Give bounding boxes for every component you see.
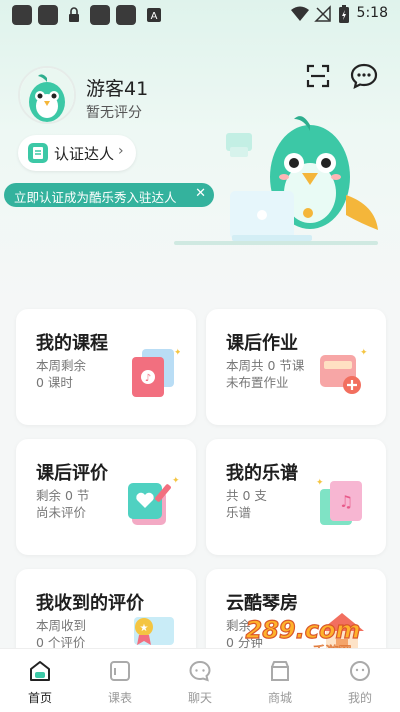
chat-icon: [188, 659, 212, 683]
svg-text:★: ★: [140, 623, 149, 634]
a-icon: A: [144, 5, 164, 25]
tab-label: 聊天: [187, 691, 212, 705]
status-bar: A 5:18: [0, 0, 400, 28]
wifi-icon: [290, 5, 310, 27]
tab-shop[interactable]: 商城: [240, 649, 320, 712]
tip-text: 立即认证成为酷乐秀入驻达人: [14, 190, 177, 205]
card-line2: 未布置作业: [226, 375, 289, 390]
app-icon: [116, 5, 136, 25]
svg-text:289.com: 289.com: [246, 616, 361, 644]
tab-profile[interactable]: 我的: [320, 649, 400, 712]
card-title: 我的乐谱: [226, 463, 298, 484]
bottom-tab-bar: 首页 课表 聊天 商城 我的: [0, 648, 400, 712]
profile-icon: [348, 659, 372, 683]
rating-text: 暂无评分: [86, 105, 142, 121]
battery-charging-icon: [338, 4, 350, 28]
username: 游客41: [86, 78, 149, 100]
tab-label: 首页: [27, 691, 52, 705]
shop-icon: [268, 659, 292, 683]
scan-icon[interactable]: [304, 62, 332, 90]
app-icon: [12, 5, 32, 25]
card-homework[interactable]: 课后作业 本周共 0 节课 未布置作业 ✦: [206, 309, 386, 425]
heart-edit-icon: ✦: [124, 475, 180, 531]
tab-label: 我的: [347, 691, 372, 705]
tab-label: 课表: [107, 691, 132, 705]
card-title: 课后评价: [36, 463, 108, 484]
card-title: 我的课程: [36, 333, 108, 354]
chat-bubble-icon[interactable]: [350, 62, 378, 90]
chevron-right-icon: ›: [118, 143, 124, 159]
svg-text:✦: ✦: [174, 348, 180, 358]
status-time: 5:18: [356, 5, 388, 21]
app-icon: [38, 5, 58, 25]
svg-text:✦: ✦: [172, 476, 180, 486]
card-title: 课后作业: [226, 333, 298, 354]
app-icon: [90, 5, 110, 25]
card-sheet-music[interactable]: 我的乐谱 共 0 支 乐谱 ♫ ✦: [206, 439, 386, 555]
no-signal-icon: [314, 5, 332, 27]
card-line2: 尚未评价: [36, 505, 87, 520]
certify-button[interactable]: 认证达人 ›: [18, 135, 136, 171]
lock-icon: [64, 5, 84, 25]
music-book-icon: ♪ ✦: [124, 345, 182, 401]
avatar[interactable]: [18, 66, 76, 124]
homework-add-icon: ✦: [314, 345, 370, 401]
tab-chat[interactable]: 聊天: [160, 649, 240, 712]
schedule-icon: [108, 659, 132, 683]
mascot-illustration: [170, 105, 390, 260]
card-evaluation[interactable]: 课后评价 剩余 0 节 尚未评价 ✦: [16, 439, 196, 555]
svg-text:♫: ♫: [339, 492, 353, 511]
tab-home[interactable]: 首页: [0, 649, 80, 712]
card-line2: 0 课时: [36, 375, 73, 390]
svg-text:✦: ✦: [316, 478, 324, 488]
svg-text:✦: ✦: [360, 348, 368, 358]
card-my-courses[interactable]: 我的课程 本周剩余 0 课时 ♪ ✦: [16, 309, 196, 425]
certificate-icon: [28, 143, 48, 163]
tab-schedule[interactable]: 课表: [80, 649, 160, 712]
certify-label: 认证达人: [54, 145, 115, 163]
svg-text:A: A: [151, 11, 158, 22]
svg-text:♪: ♪: [145, 373, 151, 384]
card-line2: 乐谱: [226, 505, 252, 520]
sheet-music-icon: ♫ ✦: [314, 475, 370, 531]
home-icon: [28, 659, 52, 683]
tab-label: 商城: [267, 691, 292, 705]
